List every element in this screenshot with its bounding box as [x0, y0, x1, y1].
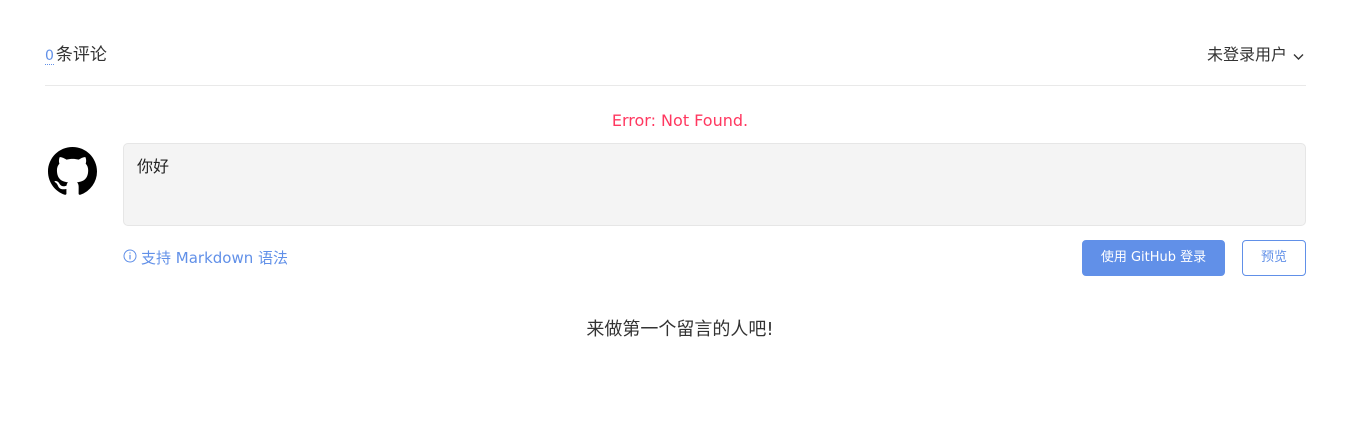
comment-textarea[interactable]: 你好 — [123, 143, 1306, 226]
comment-textarea-value: 你好 — [137, 157, 170, 176]
markdown-help-label: 支持 Markdown 语法 — [141, 249, 288, 267]
info-icon — [123, 247, 137, 269]
comments-header: 0 条评论 未登录用户 — [45, 40, 1306, 86]
chevron-down-icon — [1293, 44, 1304, 68]
github-icon — [48, 147, 97, 196]
comment-count-link[interactable]: 0 — [45, 48, 54, 65]
comment-count: 0 条评论 — [45, 43, 107, 68]
github-login-button[interactable]: 使用 GitHub 登录 — [1082, 240, 1225, 276]
gitalk-container: 0 条评论 未登录用户 Error: Not Found. 你好 支持 Markd… — [0, 0, 1360, 427]
error-message: Error: Not Found. — [611, 111, 749, 130]
preview-button[interactable]: 预览 — [1242, 240, 1306, 276]
user-menu-label: 未登录用户 — [1206, 45, 1287, 64]
comment-count-label: 条评论 — [55, 45, 107, 65]
markdown-help-link[interactable]: 支持 Markdown 语法 — [123, 247, 288, 269]
empty-comments-message: 来做第一个留言的人吧! — [586, 319, 774, 340]
user-menu[interactable]: 未登录用户 — [1207, 43, 1304, 68]
